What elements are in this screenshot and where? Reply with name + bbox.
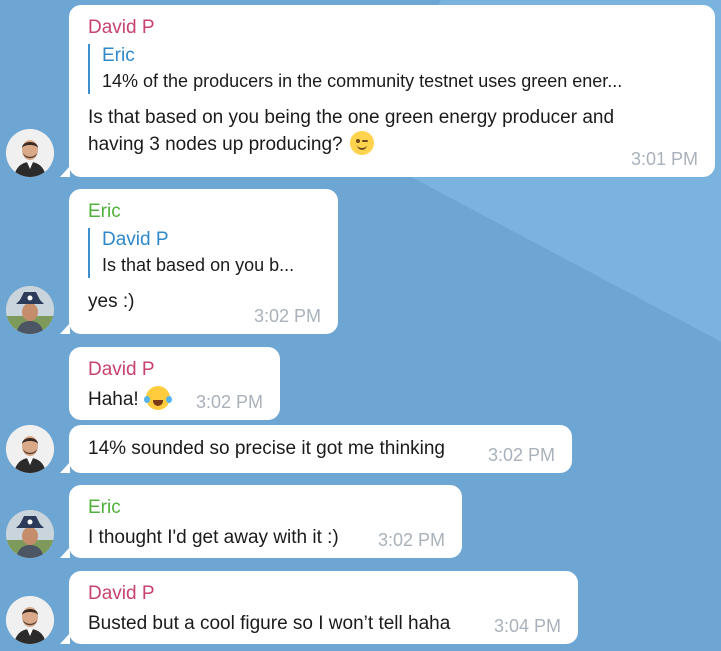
message-text-line: Is that based on you being the one green… [88,107,615,128]
wink-emoji-icon [349,131,374,155]
laughing-tears-emoji-icon [143,386,172,410]
sender-name[interactable]: David P [88,358,262,382]
avatar-eric-icon [6,286,54,334]
reply-sender-name: David P [102,229,169,250]
avatar[interactable] [6,129,54,177]
reply-quote[interactable]: Eric 14% of the producers in the communi… [88,44,697,94]
message-bubble[interactable]: Eric I thought I'd get away with it :) 3… [60,485,462,558]
message-bubble[interactable]: Eric David P Is that based on you b... y… [60,189,338,334]
avatar-eric-icon [6,510,54,558]
sender-name[interactable]: David P [88,16,697,40]
reply-text: 14% of the producers in the community te… [102,71,623,91]
sender-name[interactable]: Eric [88,200,320,224]
message-time: 3:02 PM [195,392,263,412]
avatar[interactable] [6,596,54,644]
sender-name[interactable]: David P [88,582,560,606]
message-bubble[interactable]: 14% sounded so precise it got me thinkin… [60,425,572,473]
message-bubble[interactable]: David P Haha! 3:02 PM [69,347,280,420]
message-text-line: having 3 nodes up producing? [88,131,697,158]
message-time: 3:02 PM [487,445,555,465]
message-time: 3:02 PM [377,530,445,550]
avatar-david-icon [6,425,54,473]
reply-quote[interactable]: David P Is that based on you b... [88,228,320,278]
message-text-segment: Haha! [88,389,139,410]
sender-name[interactable]: Eric [88,496,444,520]
message-text-segment: 14% sounded so precise it got me thinkin… [88,438,445,459]
message-bubble[interactable]: David P Eric 14% of the producers in the… [60,5,715,177]
avatar-david-icon [6,596,54,644]
message-time: 3:01 PM [630,149,698,169]
avatar[interactable] [6,286,54,334]
message-text: Busted but a cool figure so I won’t tell… [88,613,451,634]
avatar-david-icon [6,129,54,177]
avatar[interactable] [6,425,54,473]
avatar[interactable] [6,510,54,558]
message-text: Is that based on you being the one green… [88,104,697,158]
message-time: 3:04 PM [493,616,561,636]
reply-sender-name: Eric [102,45,135,66]
message-bubble[interactable]: David P Busted but a cool figure so I wo… [60,571,578,644]
message-text: 14% sounded so precise it got me thinkin… [88,435,554,462]
message-text-segment: having 3 nodes up producing? [88,134,343,155]
reply-text: Is that based on you b... [102,255,295,275]
message-time: 3:02 PM [253,306,321,326]
